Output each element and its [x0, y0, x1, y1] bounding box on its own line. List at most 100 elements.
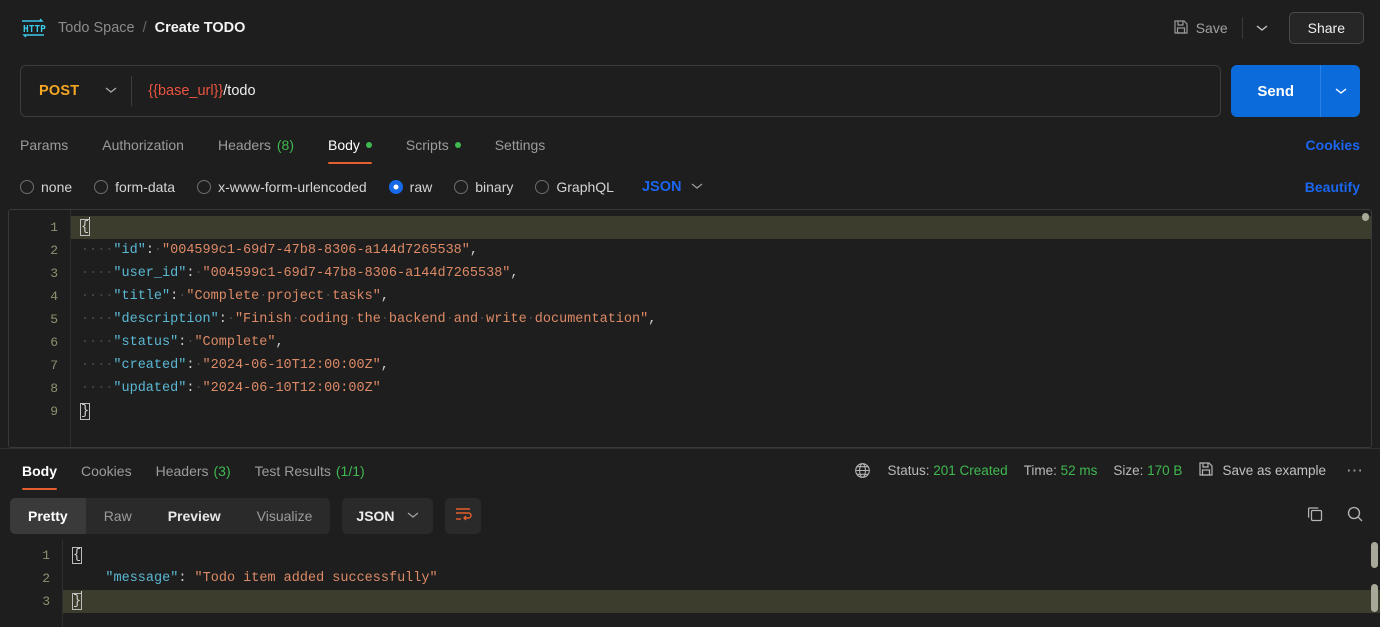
body-type-form-data-label: form-data	[115, 178, 176, 195]
response-body-code[interactable]: { "message": "Todo item added successful…	[62, 540, 1380, 627]
header-actions: Save Share	[1163, 12, 1364, 44]
radio-raw[interactable]	[388, 179, 403, 194]
tab-params[interactable]: Params	[20, 126, 80, 164]
body-type-urlencoded[interactable]: x-www-form-urlencoded	[197, 179, 367, 195]
beautify-button[interactable]: Beautify	[1305, 179, 1360, 195]
tab-settings[interactable]: Settings	[483, 126, 558, 164]
response-tab-body[interactable]: Body	[10, 449, 69, 492]
response-tab-test-results[interactable]: Test Results (1/1)	[243, 449, 377, 492]
search-icon	[1346, 505, 1364, 528]
response-tab-headers-label: Headers	[155, 462, 209, 479]
body-format-select[interactable]: JSON	[642, 179, 704, 195]
request-body-editor[interactable]: 1 2 3 4 5 6 7 8 9 {····"id":·"004599c1-6…	[8, 209, 1372, 448]
line-number: 3	[50, 266, 58, 281]
radio-binary[interactable]	[454, 179, 469, 194]
copy-button[interactable]	[1306, 505, 1324, 528]
copy-icon	[1306, 505, 1324, 528]
response-tab-headers[interactable]: Headers (3)	[144, 449, 243, 492]
save-options-caret[interactable]	[1247, 19, 1277, 37]
line-number: 5	[50, 312, 58, 327]
response-tab-test-results-label: Test Results	[254, 462, 331, 479]
response-tab-body-label: Body	[22, 462, 57, 479]
view-pretty[interactable]: Pretty	[10, 498, 86, 534]
tab-scripts-label: Scripts	[405, 137, 449, 153]
save-label: Save	[1195, 20, 1228, 36]
chevron-down-icon	[105, 85, 117, 97]
response-format-select[interactable]: JSON	[342, 498, 433, 534]
code-line: ····"status":·"Complete",	[81, 335, 284, 350]
radio-graphql[interactable]	[535, 179, 550, 194]
body-type-row: none form-data x-www-form-urlencoded raw…	[0, 164, 1380, 209]
tab-scripts[interactable]: Scripts	[394, 126, 473, 164]
response-tab-headers-count: (3)	[213, 462, 231, 479]
body-type-raw[interactable]: raw	[388, 178, 433, 195]
cookies-link[interactable]: Cookies	[1306, 126, 1360, 164]
save-as-example-button[interactable]: Save as example	[1198, 461, 1326, 480]
tab-headers[interactable]: Headers (8)	[206, 126, 306, 164]
tab-authorization-label: Authorization	[102, 137, 184, 153]
line-number: 1	[42, 548, 50, 563]
search-button[interactable]	[1346, 505, 1364, 528]
tab-headers-count: (8)	[276, 137, 294, 153]
size-value: 170 B	[1147, 463, 1183, 478]
tab-body-label: Body	[328, 137, 360, 153]
breadcrumb-separator: /	[142, 20, 147, 36]
line-number: 7	[50, 358, 58, 373]
send-options-caret[interactable]	[1320, 65, 1360, 117]
response-body-scrollbar-top[interactable]	[1371, 542, 1378, 568]
ellipsis-icon[interactable]: ⋯	[1342, 461, 1364, 481]
request-body-code[interactable]: {····"id":·"004599c1-69d7-47b8-8306-a144…	[71, 210, 1371, 447]
request-body-scrollbar[interactable]	[1362, 213, 1369, 221]
response-format-label: JSON	[356, 508, 395, 524]
line-number: 3	[42, 594, 50, 609]
postman-window: HTTP Todo Space / Create TODO Save Share	[0, 0, 1380, 627]
code-line: ····"updated":·"2024-06-10T12:00:00Z"	[81, 381, 381, 396]
view-preview[interactable]: Preview	[150, 498, 239, 534]
save-button[interactable]: Save	[1163, 13, 1238, 44]
radio-urlencoded[interactable]	[197, 179, 212, 194]
body-type-graphql[interactable]: GraphQL	[535, 179, 614, 195]
url-bar-row: POST {{base_url}}/todo Send	[0, 56, 1380, 126]
body-type-raw-label: raw	[409, 178, 433, 195]
send-button[interactable]: Send	[1231, 65, 1320, 117]
chevron-down-icon	[407, 510, 419, 522]
response-meta: Status: 201 Created Time: 52 ms Size: 17…	[854, 461, 1364, 481]
code-line: ····"title":·"Complete·project·tasks",	[81, 289, 389, 304]
line-number: 4	[50, 289, 58, 304]
view-raw[interactable]: Raw	[86, 498, 150, 534]
share-button[interactable]: Share	[1288, 12, 1364, 44]
body-type-form-data[interactable]: form-data	[94, 179, 175, 195]
status-readout: Status: 201 Created	[887, 463, 1007, 478]
tab-params-label: Params	[20, 137, 69, 153]
response-view-switcher: Pretty Raw Preview Visualize	[10, 498, 331, 534]
response-body-scrollbar-bottom[interactable]	[1371, 584, 1378, 612]
breadcrumb-workspace[interactable]: Todo Space	[58, 20, 135, 36]
code-line: ····"user_id":·"004599c1-69d7-47b8-8306-…	[81, 266, 519, 281]
body-type-graphql-label: GraphQL	[556, 178, 614, 195]
header-divider	[1241, 17, 1243, 39]
tab-authorization[interactable]: Authorization	[90, 126, 196, 164]
body-type-binary[interactable]: binary	[454, 179, 513, 195]
body-type-none-label: none	[41, 178, 73, 195]
line-number: 1	[50, 220, 58, 235]
response-tab-cookies[interactable]: Cookies	[69, 449, 144, 492]
code-line: {	[71, 216, 1371, 239]
body-type-none[interactable]: none	[20, 179, 72, 195]
tab-body[interactable]: Body	[316, 126, 384, 164]
status-label: Status:	[887, 463, 930, 478]
response-body-viewer[interactable]: 1 2 3 { "message": "Todo item added succ…	[0, 540, 1380, 627]
response-body-gutter: 1 2 3	[0, 540, 62, 627]
method-selector[interactable]: POST	[21, 66, 131, 116]
time-readout: Time: 52 ms	[1024, 463, 1098, 478]
url-variable: {{base_url}}	[148, 83, 224, 99]
radio-none[interactable]	[20, 179, 34, 194]
wrap-text-button[interactable]	[444, 498, 481, 534]
floppy-disk-icon	[1173, 19, 1189, 38]
radio-form-data[interactable]	[94, 179, 109, 194]
globe-icon[interactable]	[854, 462, 871, 479]
http-icon: HTTP	[20, 17, 46, 39]
view-visualize[interactable]: Visualize	[239, 498, 331, 534]
time-label: Time:	[1023, 463, 1057, 478]
line-number: 9	[50, 404, 58, 419]
url-input[interactable]: {{base_url}}/todo	[132, 83, 1220, 99]
